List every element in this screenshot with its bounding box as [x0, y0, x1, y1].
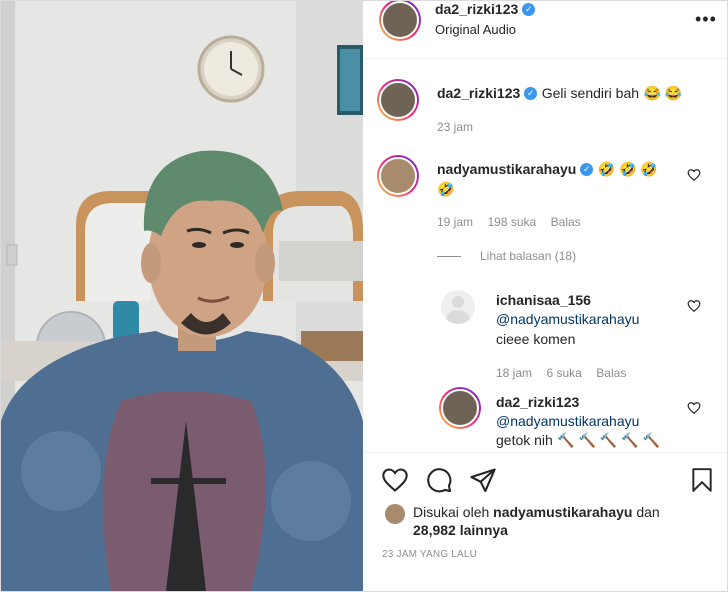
caption-avatar[interactable] [377, 79, 419, 121]
caption-text: Geli sendiri bah [541, 85, 640, 101]
likes-count[interactable]: 28,982 [413, 522, 456, 538]
comment-text-line2: 🤣 [437, 181, 455, 197]
heart-icon[interactable] [687, 401, 701, 415]
reply-emoji: 🔨 🔨 🔨 🔨 🔨 [557, 432, 660, 448]
reply-mention[interactable]: @nadyamustikarahayu [496, 413, 639, 429]
actions-divider [363, 452, 727, 453]
view-replies-button[interactable]: Lihat balasan (18) [480, 249, 576, 263]
reply-time[interactable]: 18 jam [496, 366, 532, 380]
liker-avatar[interactable] [385, 504, 405, 524]
reply-mention[interactable]: @nadyamustikarahayu [496, 311, 639, 327]
comment-time[interactable]: 19 jam [437, 215, 473, 229]
photo-illustration [1, 1, 363, 591]
post-photo[interactable] [1, 1, 363, 591]
verified-icon: ✓ [524, 87, 538, 101]
heart-icon[interactable] [687, 168, 701, 182]
post-frame: da2_rizki123 ✓ Original Audio ••• da2_riz… [0, 0, 728, 592]
comment-avatar[interactable] [377, 155, 419, 197]
heart-icon[interactable] [687, 299, 701, 313]
verified-icon: ✓ [522, 3, 536, 17]
likes-user[interactable]: nadyamustikarahayu [493, 504, 632, 520]
likes-prefix: Disukai oleh [413, 504, 490, 520]
caption-emoji: 😂 😂 [643, 85, 683, 101]
verified-icon: ✓ [580, 163, 594, 177]
caption-time[interactable]: 23 jam [437, 120, 473, 134]
reply-text: getok nih [496, 432, 553, 448]
reply-button[interactable]: Balas [596, 366, 626, 380]
comment-text: 🤣 🤣 🤣 [597, 161, 658, 177]
view-replies-line [437, 256, 461, 257]
more-icon[interactable]: ••• [695, 9, 717, 30]
caption-username[interactable]: da2_rizki123 [437, 85, 520, 101]
post-timestamp[interactable]: 23 JAM YANG LALU [382, 549, 477, 560]
reply-text: cieee komen [496, 331, 576, 347]
heart-icon[interactable] [381, 466, 409, 494]
comment-likes[interactable]: 198 suka [487, 215, 536, 229]
header-username[interactable]: da2_rizki123 [435, 1, 518, 17]
reply-username[interactable]: da2_rizki123 [496, 394, 579, 410]
reply-username[interactable]: ichanisaa_156 [496, 292, 591, 308]
bookmark-icon[interactable] [689, 466, 715, 494]
comment-icon[interactable] [425, 466, 453, 494]
reply-avatar[interactable] [439, 387, 481, 429]
share-icon[interactable] [469, 466, 497, 494]
header-avatar[interactable] [379, 1, 421, 41]
header-subtitle[interactable]: Original Audio [435, 22, 516, 37]
likes-and: dan [636, 504, 660, 520]
reply-likes[interactable]: 6 suka [546, 366, 581, 380]
likes-suffix[interactable]: lainnya [460, 522, 508, 538]
reply-avatar[interactable] [441, 290, 475, 324]
comments-panel: da2_rizki123 ✓ Original Audio ••• da2_riz… [363, 1, 727, 591]
reply-button[interactable]: Balas [551, 215, 581, 229]
comment-username[interactable]: nadyamustikarahayu [437, 161, 576, 177]
header-divider [363, 58, 727, 59]
